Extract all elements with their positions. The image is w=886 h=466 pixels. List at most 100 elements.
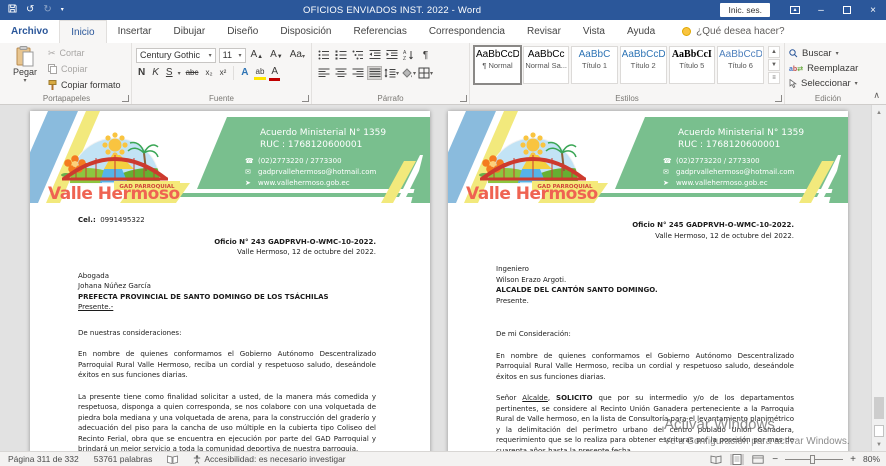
accessibility-icon <box>193 455 201 464</box>
web-layout-icon[interactable] <box>751 454 765 465</box>
bold-button[interactable]: N <box>136 67 147 79</box>
superscript-button[interactable]: x² <box>218 68 229 78</box>
italic-button[interactable]: K <box>150 67 161 79</box>
group-paragraph: AZ ¶ ▾ ▾ ▾ Párrafo <box>312 43 470 104</box>
quick-access-toolbar: ↺ ↻ ▾ <box>0 4 64 16</box>
align-center-button[interactable] <box>333 66 348 80</box>
copy-icon <box>48 64 57 74</box>
read-mode-icon[interactable] <box>709 454 723 465</box>
ribbon-tab-row: Archivo Inicio Insertar Dibujar Diseño D… <box>0 20 886 43</box>
minimize-button[interactable]: – <box>808 0 834 20</box>
print-layout-icon[interactable] <box>730 454 744 465</box>
text-effects-button[interactable]: A <box>239 67 250 79</box>
date-line: Valle Hermoso, 12 de octubre del 2022. <box>78 247 376 258</box>
zoom-slider-thumb[interactable] <box>810 455 815 464</box>
tab-archivo[interactable]: Archivo <box>0 20 59 43</box>
proofing-icon[interactable] <box>167 455 178 464</box>
zoom-slider[interactable] <box>785 454 843 465</box>
style-titulo-6[interactable]: AaBbCcDc Título 6 <box>717 46 764 84</box>
tell-me-search[interactable]: ¿Qué desea hacer? <box>682 20 784 43</box>
select-button[interactable]: Seleccionar▾ <box>789 76 867 91</box>
align-right-button[interactable] <box>350 66 365 80</box>
style-sin-espaciado[interactable]: AaBbCc Normal Sa... <box>523 46 569 84</box>
tab-correspondencia[interactable]: Correspondencia <box>418 20 516 43</box>
numbering-button[interactable] <box>333 48 348 62</box>
replace-button[interactable]: ab⇄ Reemplazar <box>789 61 867 76</box>
accessibility-status[interactable]: Accesibilidad: es necesario investigar <box>193 454 345 464</box>
document-page-2[interactable]: Oficio N° 245 GADPRVH-O-WMC-10-2022. Val… <box>448 111 848 451</box>
font-dialog-launcher-icon[interactable] <box>302 95 309 102</box>
zoom-in-icon[interactable]: + <box>850 454 856 465</box>
styles-more-icon[interactable]: ≡ <box>768 72 780 84</box>
highlight-color-button[interactable]: ab <box>254 67 267 80</box>
save-icon[interactable] <box>8 4 17 16</box>
shading-button[interactable]: ▾ <box>401 66 416 80</box>
underline-button[interactable]: S <box>164 67 175 79</box>
close-button[interactable]: × <box>860 0 886 20</box>
sort-button[interactable]: AZ <box>401 48 416 62</box>
tab-vista[interactable]: Vista <box>572 20 616 43</box>
restore-button[interactable] <box>834 0 860 20</box>
tab-insertar[interactable]: Insertar <box>107 20 163 43</box>
copy-button[interactable]: Copiar <box>46 62 123 76</box>
scrollbar-thumb[interactable] <box>874 397 884 419</box>
document-page-1[interactable]: Cel.: 0991495322 Oficio N° 243 GADPRVH-O… <box>30 111 430 451</box>
tab-inicio[interactable]: Inicio <box>59 20 106 43</box>
multilevel-list-button[interactable] <box>350 48 365 62</box>
font-name-combo[interactable]: Century Gothic▾ <box>136 48 216 63</box>
tab-diseno[interactable]: Diseño <box>216 20 269 43</box>
style-titulo-5[interactable]: AaBbCcI Título 5 <box>669 46 715 84</box>
page-indicator[interactable]: Página 311 de 332 <box>8 454 79 464</box>
styles-scroll-up-icon[interactable]: ▲ <box>768 46 780 58</box>
font-color-button[interactable]: A <box>269 66 280 81</box>
bullets-button[interactable] <box>316 48 331 62</box>
redo-icon[interactable]: ↻ <box>43 5 51 15</box>
tab-ayuda[interactable]: Ayuda <box>616 20 666 43</box>
letterhead <box>448 111 848 203</box>
strikethrough-button[interactable]: abc <box>184 68 201 78</box>
subscript-button[interactable]: x₂ <box>204 68 215 78</box>
zoom-out-icon[interactable]: − <box>772 454 778 465</box>
paste-button[interactable]: Pegar ▾ <box>6 46 44 92</box>
find-button[interactable]: Buscar▾ <box>789 46 867 61</box>
style-normal[interactable]: AaBbCcD ¶ Normal <box>474 46 521 84</box>
page2-body: Oficio N° 245 GADPRVH-O-WMC-10-2022. Val… <box>448 220 848 451</box>
decrease-indent-button[interactable] <box>367 48 382 62</box>
increase-indent-button[interactable] <box>384 48 399 62</box>
style-titulo-1[interactable]: AaBbC Título 1 <box>571 46 617 84</box>
show-marks-button[interactable]: ¶ <box>418 48 433 62</box>
tab-referencias[interactable]: Referencias <box>342 20 417 43</box>
vertical-scrollbar[interactable]: ▲ ▼ <box>871 105 886 451</box>
scroll-up-icon[interactable]: ▲ <box>873 106 885 119</box>
underline-caret-icon[interactable]: ▾ <box>178 70 181 77</box>
scroll-down-icon[interactable]: ▼ <box>873 438 885 451</box>
group-label-paragraph: Párrafo <box>312 94 469 103</box>
word-count[interactable]: 53761 palabras <box>94 454 153 464</box>
style-titulo-2[interactable]: AaBbCcD Título 2 <box>620 46 667 84</box>
tab-dibujar[interactable]: Dibujar <box>163 20 217 43</box>
tab-revisar[interactable]: Revisar <box>516 20 572 43</box>
browse-object-button[interactable] <box>874 425 884 437</box>
sign-in-button[interactable]: Inic. ses. <box>720 3 770 17</box>
cut-button[interactable]: ✂ Cortar <box>46 46 123 60</box>
titlebar-controls: Inic. ses. ▴ – × <box>720 0 886 20</box>
tab-disposicion[interactable]: Disposición <box>269 20 342 43</box>
styles-dialog-launcher-icon[interactable] <box>775 95 782 102</box>
shrink-font-button[interactable]: A▼ <box>268 49 285 61</box>
format-painter-button[interactable]: Copiar formato <box>46 78 123 92</box>
collapse-ribbon-icon[interactable]: ∧ <box>873 90 880 101</box>
paragraph-dialog-launcher-icon[interactable] <box>460 95 467 102</box>
justify-button[interactable] <box>367 66 382 80</box>
font-size-combo[interactable]: 11▾ <box>219 48 246 63</box>
clipboard-dialog-launcher-icon[interactable] <box>122 95 129 102</box>
group-styles: AaBbCcD ¶ Normal AaBbCc Normal Sa... AaB… <box>470 43 785 104</box>
styles-scroll-down-icon[interactable]: ▼ <box>768 59 780 71</box>
zoom-level[interactable]: 80% <box>863 454 880 464</box>
undo-icon[interactable]: ↺ <box>26 5 34 15</box>
grow-font-button[interactable]: A▲ <box>249 49 266 61</box>
line-spacing-button[interactable]: ▾ <box>384 66 399 80</box>
change-case-button[interactable]: Aa▾ <box>288 49 307 61</box>
ribbon-display-options-icon[interactable]: ▴ <box>782 0 808 20</box>
align-left-button[interactable] <box>316 66 331 80</box>
borders-button[interactable]: ▾ <box>418 66 433 80</box>
